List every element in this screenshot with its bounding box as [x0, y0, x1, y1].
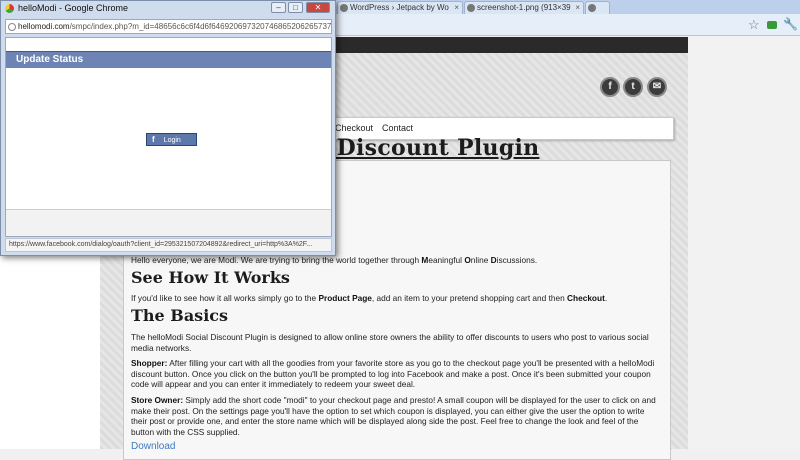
heading-basics: The Basics: [131, 306, 229, 325]
dialog-footer: [6, 209, 331, 236]
url-path: /smpc/index.php?m_id=48656c6c6f4d6f64692…: [69, 22, 332, 31]
basics-paragraph: The helloModi Social Discount Plugin is …: [131, 332, 649, 353]
close-button[interactable]: ✕: [306, 2, 330, 13]
popup-url-bar[interactable]: hellomodi.com/smpc/index.php?m_id=48656c…: [5, 19, 332, 34]
popup-titlebar[interactable]: helloModi - Google Chrome – □ ✕: [1, 1, 335, 16]
facebook-icon: f: [152, 135, 155, 144]
status-bar: https://www.facebook.com/dialog/oauth?cl…: [5, 238, 332, 252]
url-domain: hellomodi.com: [18, 22, 70, 31]
extension-icon[interactable]: [767, 21, 777, 29]
how-text: If you'd like to see how it all works si…: [131, 293, 608, 303]
tab-label: WordPress › Jetpack by Wo: [350, 3, 449, 12]
dialog-title: Update Status: [6, 51, 331, 68]
login-label: Login: [163, 137, 181, 144]
wrench-menu-icon[interactable]: 🔧: [783, 17, 798, 31]
download-link[interactable]: Download: [131, 441, 659, 453]
nav-checkout[interactable]: Checkout: [335, 123, 373, 133]
facebook-dialog: Update Status f Login: [5, 37, 332, 237]
popup-title: helloModi - Google Chrome: [18, 3, 129, 13]
store-owner-paragraph: Store Owner: Simply add the short code "…: [131, 395, 656, 437]
twitter-icon[interactable]: t: [623, 77, 643, 97]
heading-see-how: See How It Works: [131, 268, 290, 287]
tab-wordpress[interactable]: WordPress › Jetpack by Wo ×: [337, 1, 463, 14]
tab-label: screenshot-1.png (913×39: [477, 3, 571, 12]
tab-blank[interactable]: [585, 1, 610, 14]
wordpress-icon: [340, 4, 348, 12]
facebook-login-button[interactable]: f Login: [146, 133, 197, 146]
nav-contact[interactable]: Contact: [382, 123, 413, 133]
page-title: l Discount Plugin: [320, 135, 540, 161]
image-icon: [467, 4, 475, 12]
bookmark-star-icon[interactable]: ☆: [748, 17, 760, 33]
maximize-button[interactable]: □: [288, 2, 303, 13]
shopper-paragraph: Shopper: After filling your cart with al…: [131, 358, 655, 389]
close-tab-icon[interactable]: ×: [454, 2, 459, 14]
email-icon[interactable]: ✉: [647, 77, 667, 97]
facebook-icon[interactable]: f: [600, 77, 620, 97]
page-icon: [588, 4, 596, 12]
tab-screenshot[interactable]: screenshot-1.png (913×39 ×: [464, 1, 584, 14]
intro-text: Hello everyone, we are Modi. We are tryi…: [131, 255, 538, 265]
minimize-button[interactable]: –: [271, 2, 286, 13]
globe-icon: [8, 23, 16, 31]
chrome-icon: [5, 4, 14, 13]
close-tab-icon[interactable]: ×: [575, 2, 580, 14]
popup-window: helloModi - Google Chrome – □ ✕ hellomod…: [0, 0, 336, 256]
